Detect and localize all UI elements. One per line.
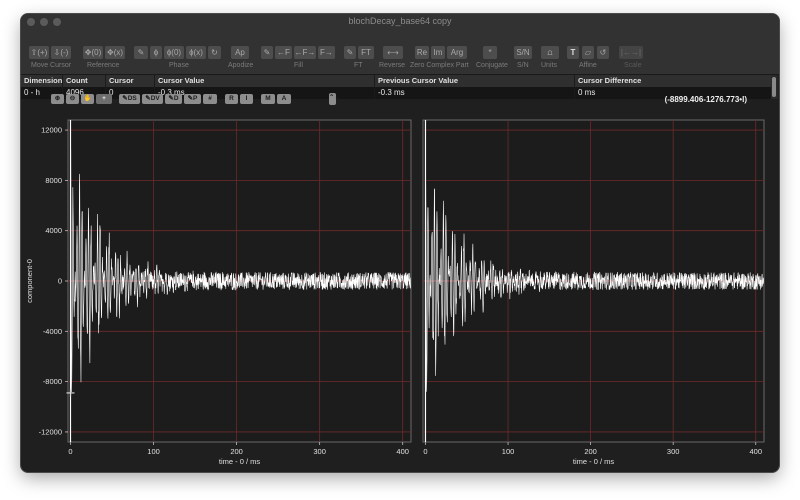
affine-shear-button[interactable]: ▱ bbox=[582, 46, 594, 59]
phase-edit-button[interactable]: ✎ bbox=[134, 46, 148, 59]
coordinate-readout: (-8899.406-1276.773•I) bbox=[664, 95, 747, 104]
ft-label: FT bbox=[354, 62, 363, 69]
table-scrollbar-thumb[interactable] bbox=[772, 77, 776, 97]
phase-x-button[interactable]: ɸ(x) bbox=[186, 46, 206, 59]
header-cursor-value[interactable]: Cursor Value bbox=[155, 75, 375, 87]
draw-p-button[interactable]: ✎P bbox=[184, 94, 201, 104]
show-imaginary-button[interactable]: I bbox=[240, 94, 253, 104]
signal-to-noise-button[interactable]: S/N bbox=[514, 46, 532, 59]
x-tick-label: 0 bbox=[68, 447, 72, 456]
show-argument-button[interactable]: A bbox=[277, 94, 291, 104]
reference-zero-button[interactable]: ✥(0) bbox=[83, 46, 103, 59]
x-tick-label: 100 bbox=[147, 447, 160, 456]
apodize-button[interactable]: Ap bbox=[231, 46, 249, 59]
toolbar: ⇧(+) ⇩(-) Move Cursor ✥(0) ✥(x) Referenc… bbox=[21, 30, 779, 75]
reference-label: Reference bbox=[87, 62, 120, 69]
fill-left-button[interactable]: ←F bbox=[275, 46, 292, 59]
fill-label: Fill bbox=[294, 62, 303, 69]
scale-button[interactable]: |←→| bbox=[619, 46, 643, 59]
x-tick-label: 300 bbox=[313, 447, 326, 456]
x-tick-label: 300 bbox=[667, 447, 680, 456]
header-cursor-index[interactable]: Cursor Index bbox=[106, 75, 155, 97]
apodize-label: Apodize bbox=[228, 62, 254, 69]
table-scrollbar[interactable] bbox=[771, 75, 777, 99]
scale-label: Scale bbox=[624, 62, 642, 69]
crosshair-icon[interactable]: + bbox=[96, 94, 112, 104]
app-window: blochDecay_base64 copy ⇧(+) ⇩(-) Move Cu… bbox=[21, 14, 779, 472]
zero-complex-part-label: Zero Complex Part bbox=[410, 62, 469, 69]
reverse-label: Reverse bbox=[379, 62, 406, 69]
show-magnitude-button[interactable]: M bbox=[261, 94, 275, 104]
zoom-out-icon[interactable]: ⊖ bbox=[66, 94, 79, 104]
zero-imaginary-button[interactable]: Im bbox=[431, 46, 445, 59]
signal-to-noise-label: S/N bbox=[517, 62, 529, 69]
table-header: Dimension Count Cursor Index Cursor Valu… bbox=[21, 75, 771, 97]
draw-dv-button[interactable]: ✎DV bbox=[142, 94, 163, 104]
phase-label: Phase bbox=[169, 62, 189, 69]
fill-right-button[interactable]: F→ bbox=[318, 46, 335, 59]
x-tick-label: 200 bbox=[230, 447, 243, 456]
affine-label: Affine bbox=[579, 62, 597, 69]
cell-previous-cursor-value[interactable]: -0.3 ms bbox=[375, 87, 575, 99]
phase-zero-button[interactable]: ɸ(0) bbox=[164, 46, 184, 59]
cursor-up-button[interactable]: ⇧(+) bbox=[29, 46, 49, 59]
conjugate-label: Conjugate bbox=[476, 62, 508, 69]
reverse-button[interactable]: ⟷ bbox=[383, 46, 403, 59]
ft-button[interactable]: FT bbox=[358, 46, 374, 59]
y-tick-label: -8000 bbox=[43, 377, 62, 386]
y-tick-label: 0 bbox=[58, 277, 62, 286]
draw-d-button[interactable]: ✎D bbox=[165, 94, 182, 104]
reference-x-button[interactable]: ✥(x) bbox=[105, 46, 125, 59]
units-label: Units bbox=[541, 62, 557, 69]
ft-edit-button[interactable]: ✎ bbox=[344, 46, 356, 59]
zero-real-button[interactable]: Re bbox=[415, 46, 429, 59]
plot-area[interactable]: 0 100 200 300 400-12000-8000-400004000800012… bbox=[21, 110, 779, 472]
header-dimension[interactable]: Dimension bbox=[21, 75, 63, 87]
x-axis-label: time - 0 / ms bbox=[573, 457, 615, 466]
draw-ds-button[interactable]: ✎DS bbox=[119, 94, 140, 104]
header-cursor-difference[interactable]: Cursor Difference bbox=[575, 75, 771, 87]
x-tick-label: 400 bbox=[749, 447, 762, 456]
x-tick-label: 400 bbox=[396, 447, 409, 456]
x-tick-label: 100 bbox=[502, 447, 515, 456]
cursor-down-button[interactable]: ⇩(-) bbox=[51, 46, 71, 59]
y-tick-label: 8000 bbox=[45, 176, 62, 185]
units-button[interactable]: ⩍ bbox=[541, 46, 559, 59]
y-tick-label: 12000 bbox=[41, 126, 62, 135]
phase-button[interactable]: ɸ bbox=[150, 46, 162, 59]
display-mode-stepper[interactable]: ⌃⌄ bbox=[329, 93, 340, 105]
affine-text-button[interactable]: T bbox=[567, 46, 579, 59]
fill-both-button[interactable]: ←F→ bbox=[294, 46, 316, 59]
move-cursor-label: Move Cursor bbox=[31, 62, 72, 69]
chart-panel-1: 0 100 200 300 400 time - 0 / ms bbox=[422, 119, 765, 466]
phase-rotate-button[interactable]: ↻ bbox=[208, 46, 221, 59]
header-count[interactable]: Count bbox=[63, 75, 106, 87]
title-bar: blochDecay_base64 copy bbox=[21, 14, 779, 30]
chart-panel-0: 0 100 200 300 400 -12000 -8000 -4000 0 4000 8000 12… bbox=[25, 119, 412, 466]
x-axis-label: time - 0 / ms bbox=[219, 457, 261, 466]
zero-argument-button[interactable]: Arg bbox=[447, 46, 467, 59]
zoom-in-icon[interactable]: ⊕ bbox=[51, 94, 64, 104]
affine-rotate-button[interactable]: ↺ bbox=[597, 46, 609, 59]
window-title: blochDecay_base64 copy bbox=[348, 16, 452, 26]
conjugate-button[interactable]: * bbox=[483, 46, 497, 59]
header-previous-cursor-value[interactable]: Previous Cursor Value bbox=[375, 75, 575, 87]
pan-hand-icon[interactable]: ✋ bbox=[81, 94, 94, 104]
grid-toggle-button[interactable]: # bbox=[203, 94, 217, 104]
x-tick-label: 200 bbox=[584, 447, 597, 456]
y-tick-label: -12000 bbox=[39, 427, 62, 436]
y-tick-label: 4000 bbox=[45, 226, 62, 235]
show-real-button[interactable]: R bbox=[225, 94, 238, 104]
x-tick-label: 0 bbox=[423, 447, 427, 456]
y-tick-label: -4000 bbox=[43, 327, 62, 336]
y-axis-label: component-0 bbox=[25, 259, 34, 303]
fill-edit-button[interactable]: ✎ bbox=[261, 46, 273, 59]
